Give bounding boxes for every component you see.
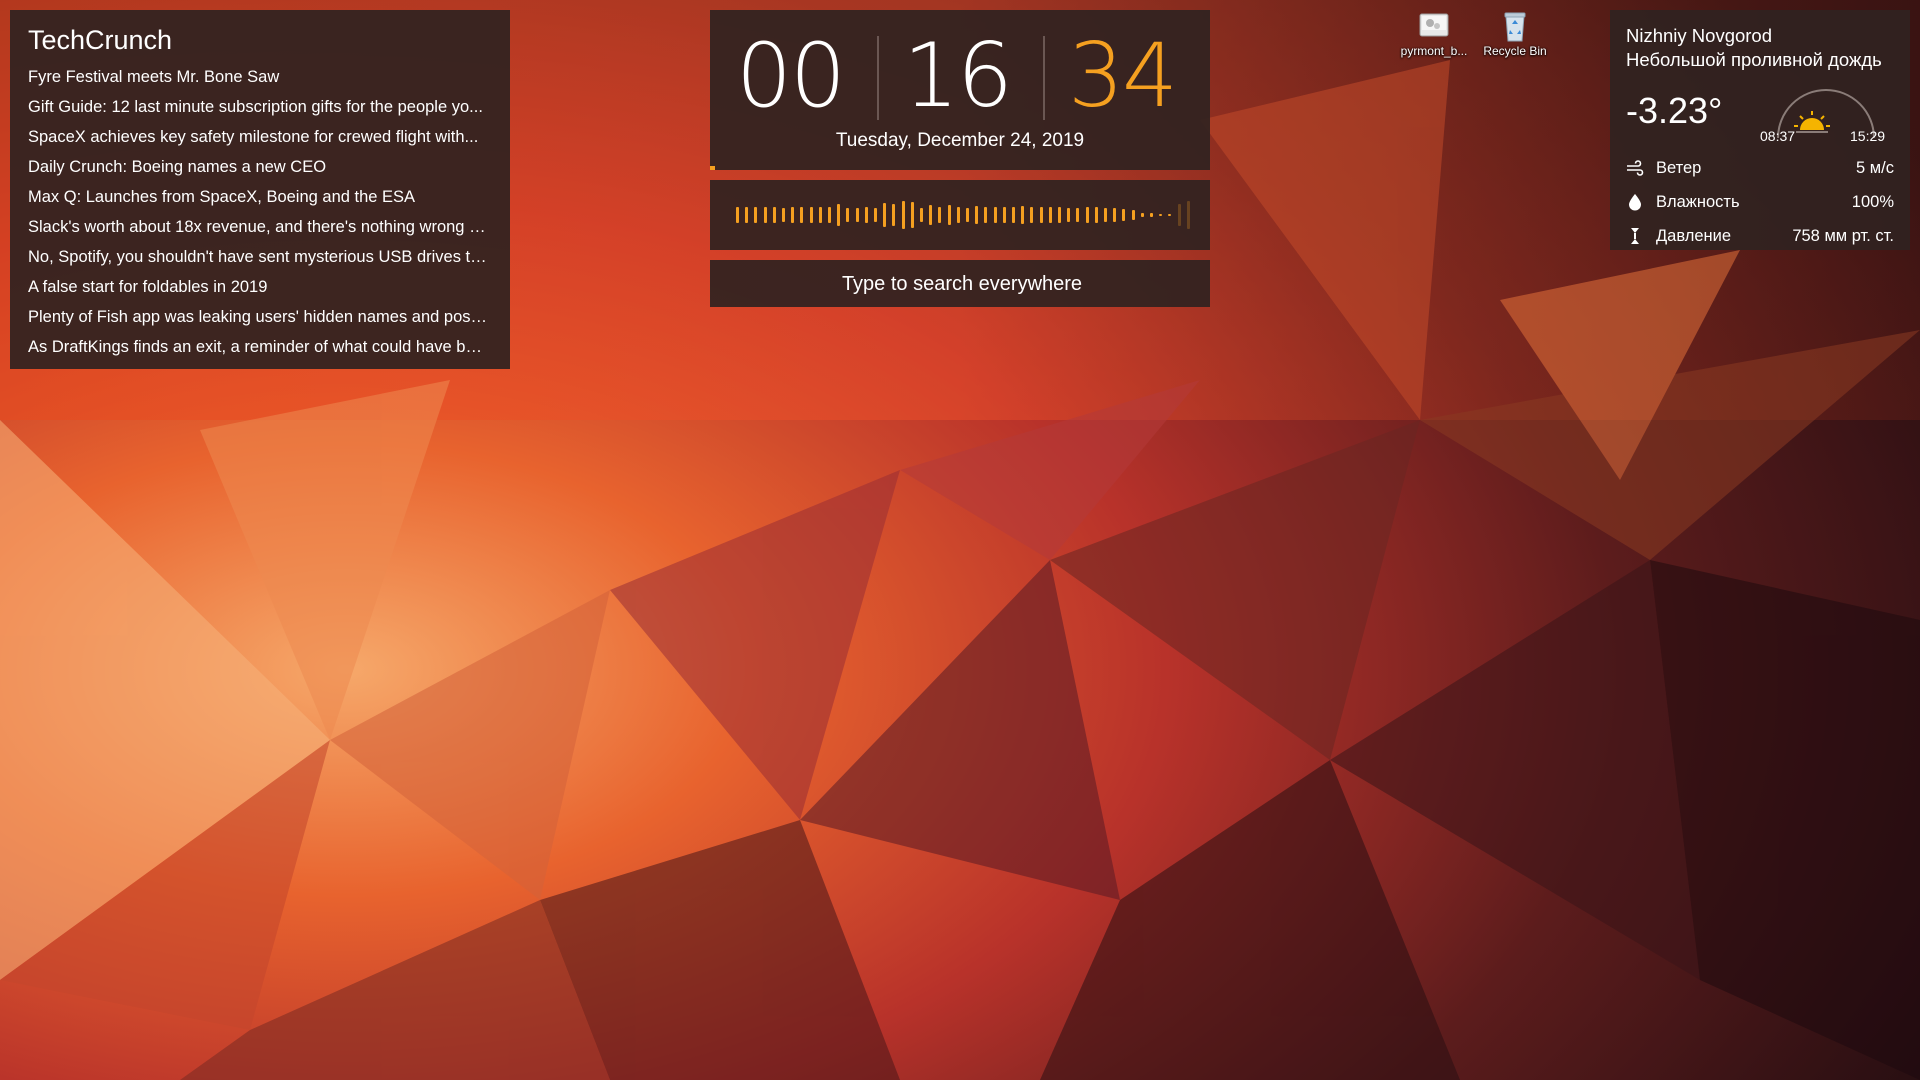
weather-row-pressure: Давление 758 мм рт. ст. [1626, 224, 1894, 248]
humidity-label: Влажность [1656, 193, 1740, 211]
visualizer-bar [1030, 206, 1034, 224]
sun-icon [1794, 111, 1830, 133]
weather-description: Небольшой проливной дождь [1626, 49, 1882, 70]
news-item[interactable]: Slack's worth about 18x revenue, and the… [28, 212, 488, 242]
visualizer-bar [1122, 208, 1126, 222]
desktop-icon-label: pyrmont_b... [1400, 44, 1468, 58]
visualizer-bar [966, 207, 969, 223]
visualizer-bar [1131, 209, 1135, 221]
desktop-icon-label: Recycle Bin [1483, 44, 1547, 58]
visualizer-bar [993, 207, 997, 223]
visualizer-bar [772, 207, 776, 223]
visualizer-bar [874, 207, 877, 223]
visualizer-bar [975, 206, 979, 224]
drop-icon [1629, 194, 1641, 211]
humidity-value: 100% [1851, 193, 1894, 211]
news-item[interactable]: Max Q: Launches from SpaceX, Boeing and … [28, 182, 488, 212]
weather-row-wind: Ветер 5 м/с [1626, 156, 1894, 180]
visualizer-bar [736, 207, 739, 223]
visualizer-bar [763, 206, 767, 224]
visualizer-bar [1094, 206, 1098, 224]
news-item[interactable]: Plenty of Fish app was leaking users' hi… [28, 302, 488, 332]
clock-date: Tuesday, December 24, 2019 [835, 130, 1085, 151]
file-icon [1416, 8, 1452, 44]
visualizer-bar [864, 206, 868, 224]
visualizer-bar [1048, 206, 1052, 224]
wind-label: Ветер [1656, 159, 1702, 177]
visualizer-bar [1150, 213, 1153, 217]
news-item[interactable]: No, Spotify, you shouldn't have sent mys… [28, 242, 488, 272]
visualizer-bar [1067, 207, 1071, 223]
desktop[interactable]: TechCrunch Fyre Festival meets Mr. Bone … [0, 0, 1920, 1080]
visualizer-bar [984, 206, 988, 224]
sunrise-time: 08:37 [1760, 128, 1796, 144]
visualizer-bar [745, 206, 749, 224]
visualizer-bar [828, 206, 831, 224]
visualizer-bar [791, 206, 795, 224]
visualizer-bar [800, 206, 804, 224]
search-widget [710, 260, 1214, 309]
news-feed-title[interactable]: TechCrunch [28, 24, 492, 56]
visualizer-bar [1002, 206, 1006, 224]
search-input[interactable] [710, 260, 1214, 309]
visualizer-bar [1021, 206, 1025, 224]
visualizer-bar [754, 206, 758, 224]
visualizer-bar [947, 204, 951, 226]
desktop-icon-file[interactable]: pyrmont_b... [1394, 8, 1474, 58]
visualizer-bar [837, 203, 841, 227]
desktop-icon-recycle-bin[interactable]: Recycle Bin [1475, 8, 1555, 58]
visualizer-bar [920, 207, 923, 223]
clock-widget: 00 16 34 Tuesday, December 24, 2019 [710, 10, 1210, 170]
clock-hours: 00 [736, 24, 846, 127]
pressure-value: 758 мм рт. ст. [1792, 227, 1894, 245]
visualizer-bar [846, 207, 850, 223]
visualizer-bar [1039, 207, 1043, 223]
visualizer-bar [1012, 206, 1015, 224]
visualizer-bar [938, 206, 942, 224]
visualizer-bar [956, 206, 960, 224]
visualizer-bar [818, 206, 822, 224]
visualizer-bar [782, 207, 785, 223]
weather-widget: Nizhniy Novgorod Небольшой проливной дож… [1610, 10, 1910, 250]
visualizer-bar [892, 203, 896, 227]
news-item[interactable]: Fyre Festival meets Mr. Bone Saw [28, 62, 488, 92]
visualizer-bar [1140, 212, 1144, 218]
visualizer-bar [1168, 213, 1172, 217]
visualizer-bar [901, 201, 905, 229]
news-item[interactable]: As DraftKings finds an exit, a reminder … [28, 332, 488, 362]
clock-seconds: 34 [1068, 24, 1178, 127]
visualizer-bar [1085, 207, 1089, 223]
news-item[interactable]: Daily Crunch: Boeing names a new CEO [28, 152, 488, 182]
pressure-label: Давление [1656, 227, 1732, 245]
news-item[interactable]: A false start for foldables in 2019 [28, 272, 488, 302]
visualizer-bar [1104, 208, 1107, 222]
news-widget: TechCrunch Fyre Festival meets Mr. Bone … [10, 10, 510, 369]
recycle-bin-icon [1497, 8, 1533, 44]
seconds-progress-bar [710, 166, 715, 170]
news-item[interactable]: Gift Guide: 12 last minute subscription … [28, 92, 488, 122]
weather-city[interactable]: Nizhniy Novgorod [1626, 24, 1894, 48]
visualizer-bar [1186, 201, 1190, 229]
weather-temperature: -3.23° [1626, 90, 1723, 131]
visualizer-bar [1177, 203, 1181, 227]
sunset-time: 15:29 [1850, 128, 1886, 144]
wind-icon [1627, 160, 1644, 176]
visualizer-bar [1113, 208, 1117, 222]
pressure-icon [1631, 228, 1639, 244]
clock-minutes: 16 [903, 24, 1013, 127]
visualizer-bar [929, 205, 933, 225]
wind-value: 5 м/с [1856, 159, 1894, 177]
visualizer-bar [809, 207, 813, 223]
visualizer-bar [910, 202, 914, 228]
visualizer-bar [1159, 213, 1163, 217]
visualizer-bar [1076, 207, 1080, 223]
visualizer-bar [855, 208, 859, 222]
news-item[interactable]: SpaceX achieves key safety milestone for… [28, 122, 488, 152]
audio-visualizer-bars [736, 180, 1190, 250]
weather-row-humidity: Влажность 100% [1626, 190, 1894, 214]
visualizer-bar [1058, 207, 1061, 223]
audio-visualizer-widget [710, 180, 1210, 250]
visualizer-bar [883, 202, 887, 228]
